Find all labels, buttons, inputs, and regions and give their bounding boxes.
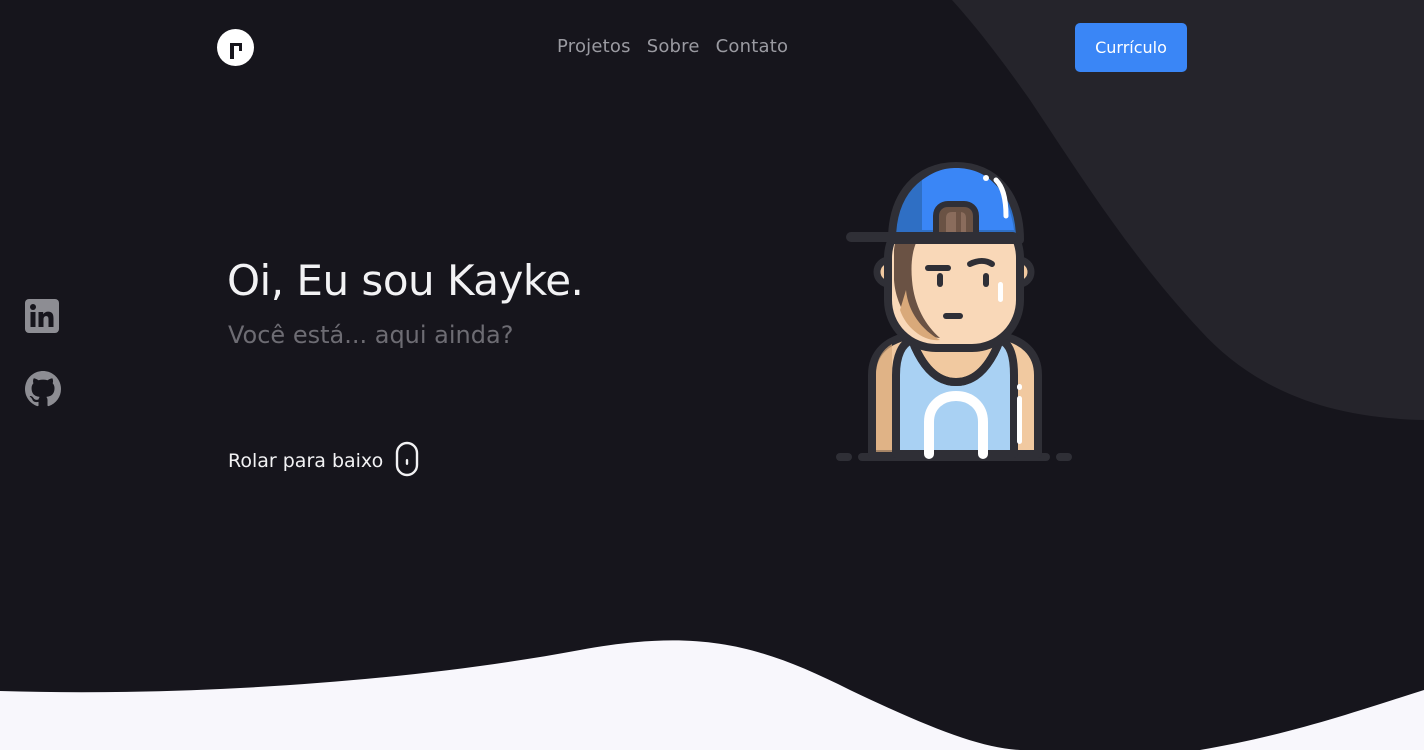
bottom-wave-shape bbox=[0, 640, 1424, 750]
mouse-icon bbox=[395, 441, 419, 481]
curriculo-button[interactable]: Currículo bbox=[1075, 23, 1187, 72]
background-shapes bbox=[0, 0, 1424, 750]
scroll-down-link[interactable]: Rolar para baixo bbox=[228, 441, 419, 481]
brand-logo-icon[interactable] bbox=[217, 29, 254, 66]
nav-link-sobre[interactable]: Sobre bbox=[647, 35, 700, 59]
scroll-down-label: Rolar para baixo bbox=[228, 450, 384, 472]
avatar-illustration bbox=[836, 162, 1072, 461]
hero-title: Oi, Eu sou Kayke. bbox=[227, 256, 584, 305]
nav-link-contato[interactable]: Contato bbox=[716, 35, 789, 59]
hero-section: Projetos Sobre Contato Currículo Oi, Eu … bbox=[0, 0, 1424, 750]
main-nav: Projetos Sobre Contato bbox=[557, 35, 788, 59]
nav-link-projetos[interactable]: Projetos bbox=[557, 35, 631, 59]
linkedin-icon[interactable] bbox=[25, 299, 59, 337]
github-icon[interactable] bbox=[25, 371, 61, 411]
hero-subtitle: Você está... aqui ainda? bbox=[228, 321, 514, 349]
